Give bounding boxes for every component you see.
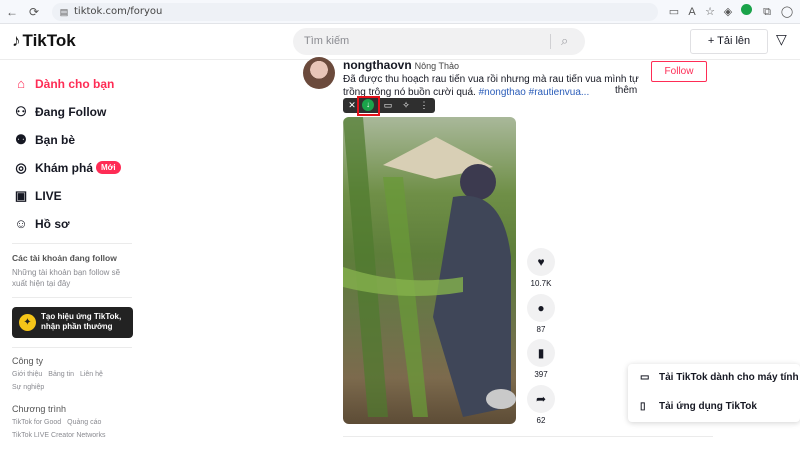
explore-icon: ◎ [15,160,27,175]
site-info-icon[interactable]: ▤ [56,4,72,20]
sidebar-item-friends[interactable]: ⚉ Bạn bè [12,130,75,150]
video-frame [343,117,516,417]
sidebar-item-live[interactable]: ▣ LIVE [12,186,62,206]
sidebar-item-following[interactable]: ⚇ Đang Follow [12,102,106,122]
like-count: 10.7K [530,279,552,288]
author-avatar[interactable] [303,57,335,89]
download-desktop-link[interactable]: ▭Tải TikTok dành cho máy tính để bàn [640,372,800,383]
tiktok-note-icon: ♪ [12,31,21,50]
live-icon: ▣ [14,188,28,203]
comment-count: 87 [536,325,546,334]
highlight-box [357,96,380,116]
shield-icon[interactable]: ◈ [720,4,736,20]
reload-icon[interactable]: ⟳ [26,4,42,20]
phone-icon: ▯ [640,401,646,412]
create-effect-label: Tạo hiệu ứng TikTok, nhận phần thưởng [41,312,122,331]
share-icon: ➦ [535,392,547,406]
search-bar[interactable]: Tìm kiếm ⌕ [293,28,585,55]
link-advertise[interactable]: Quảng cáo [67,419,101,426]
extensions-icon[interactable]: ⧉ [759,4,775,20]
program-links: TikTok for Good Quảng cáo [12,419,107,426]
following-accounts-note: Những tài khoản bạn follow sẽ xuất hiện … [12,268,121,288]
friends-icon: ⚉ [15,132,27,147]
sidebar-item-for-you[interactable]: ⌂ Dành cho bạn [12,74,114,94]
app-header: ♪ TikTok Tìm kiếm ⌕ + Tải lên ▽ [0,24,800,60]
effect-icon: ✦ [19,314,36,331]
post-caption: Đã được thu hoạch rau tiến vua rồi nhưng… [343,74,639,98]
link-contact[interactable]: Liên hệ [80,371,103,378]
comment-icon: ● [537,301,545,315]
share-button[interactable]: ➦ [527,385,555,413]
company-links-2: Sự nghiệp [12,384,50,391]
company-links: Giới thiệu Bảng tin Liên hệ [12,371,109,378]
following-accounts-heading: Các tài khoản đang follow [12,253,117,263]
link-tiktok-for-good[interactable]: TikTok for Good [12,419,61,426]
plus-icon: + [707,35,718,47]
translate-icon[interactable]: A [684,4,700,20]
extension-download-icon[interactable] [738,4,754,20]
save-count: 397 [534,370,548,379]
download-app-popup: ▭Tải TikTok dành cho máy tính để bàn ▯Tả… [628,364,800,422]
link-careers[interactable]: Sự nghiệp [12,384,44,391]
screen-icon[interactable]: ▭ [666,4,682,20]
author-username: nongthaovn [343,58,412,72]
link-live-creator-networks[interactable]: TikTok LIVE Creator Networks [12,432,106,439]
profile-avatar-icon[interactable]: ◯ [779,4,795,20]
company-heading: Công ty [12,356,44,366]
link-newsroom[interactable]: Bảng tin [48,371,74,378]
sidebar-divider [12,297,132,298]
search-divider [550,34,551,49]
follow-button[interactable]: Follow [651,61,707,82]
browser-toolbar: ← ⟳ ▤ tiktok.com/foryou ▭ A ☆ ◈ ⧉ ◯ [0,0,800,24]
link-about[interactable]: Giới thiệu [12,371,42,378]
search-input[interactable]: Tìm kiếm [304,35,349,47]
following-icon: ⚇ [15,104,27,119]
author-name[interactable]: nongthaovn Nông Thảo [343,58,459,72]
create-effect-button[interactable]: ✦ Tạo hiệu ứng TikTok, nhận phần thưởng [12,307,133,338]
download-app-link[interactable]: ▯ Tải ứng dụng TikTok [640,401,757,412]
program-links-2: TikTok LIVE Creator Networks [12,432,112,439]
new-badge: Mới [96,161,121,174]
post-hashtags[interactable]: #nongthao #rautienvua... [479,87,590,98]
heart-icon: ♥ [537,255,545,269]
feed-divider [343,436,713,437]
home-icon: ⌂ [17,76,25,91]
inbox-icon[interactable]: ▽ [776,31,787,48]
profile-icon: ☺ [14,216,28,231]
lightbulb-icon[interactable]: ✧ [399,99,413,112]
folder-icon[interactable]: ▭ [381,99,395,112]
author-nickname: Nông Thảo [414,61,460,71]
like-button[interactable]: ♥ [527,248,555,276]
sidebar-divider [12,347,132,348]
program-heading: Chương trình [12,404,66,414]
sidebar: ⌂ Dành cho bạn ⚇ Đang Follow ⚉ Bạn bè ◎ Khám… [0,60,140,450]
more-icon[interactable]: ⋮ [417,99,431,112]
comment-button[interactable]: ● [527,294,555,322]
back-icon[interactable]: ← [4,4,20,20]
share-count: 62 [536,416,546,425]
upload-button[interactable]: + Tải lên [690,29,768,54]
search-icon[interactable]: ⌕ [561,33,568,49]
sidebar-item-profile[interactable]: ☺ Hồ sơ [12,214,69,234]
url-text: tiktok.com/foryou [74,6,163,17]
bookmark-icon: ▮ [537,346,545,360]
monitor-icon: ▭ [640,372,650,383]
tiktok-logo[interactable]: ♪ TikTok [12,31,76,51]
sidebar-divider [12,243,132,244]
video-player[interactable] [343,117,516,424]
address-bar[interactable]: ▤ tiktok.com/foryou [52,3,658,21]
save-button[interactable]: ▮ [527,339,555,367]
caption-more-link[interactable]: thêm [615,85,637,96]
sidebar-item-explore[interactable]: ◎ Khám phá Mới [12,158,121,178]
star-icon[interactable]: ☆ [702,4,718,20]
